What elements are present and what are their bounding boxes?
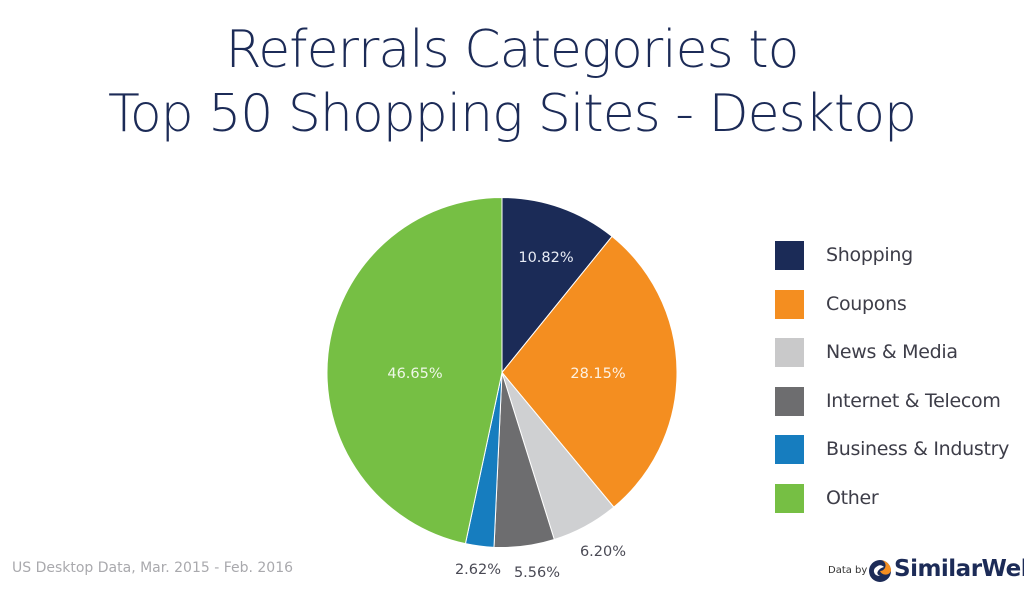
legend-item-news-media: News & Media bbox=[775, 338, 1024, 368]
legend-item-other: Other bbox=[775, 484, 1024, 514]
legend-swatch-internet-telecom bbox=[775, 386, 804, 416]
slice-label-coupons: 28.15% bbox=[570, 366, 625, 382]
legend-label-coupons: Coupons bbox=[826, 292, 907, 315]
legend-label-other: Other bbox=[826, 487, 879, 509]
slice-label-shopping: 10.82% bbox=[518, 250, 573, 266]
legend-item-business-industry: Business & Industry bbox=[775, 435, 1024, 465]
legend-swatch-other bbox=[775, 484, 804, 513]
similarweb-logo-icon bbox=[869, 560, 891, 582]
legend-item-shopping: Shopping bbox=[775, 241, 1024, 271]
legend-item-coupons: Coupons bbox=[775, 289, 1024, 320]
slice-label-internet-telecom: 5.56% bbox=[514, 565, 560, 581]
legend-swatch-coupons bbox=[775, 289, 804, 319]
legend-swatch-news-media bbox=[775, 338, 804, 368]
credit-prefix: Data by bbox=[828, 565, 868, 576]
slice-label-news-media: 6.20% bbox=[580, 544, 626, 560]
legend-swatch-shopping bbox=[775, 241, 804, 270]
legend-item-internet-telecom: Internet & Telecom bbox=[775, 386, 1024, 417]
slice-label-other: 46.65% bbox=[387, 366, 442, 382]
legend-label-business-industry: Business & Industry bbox=[826, 438, 1010, 461]
legend-label-news-media: News & Media bbox=[826, 341, 958, 364]
data-source-note: US Desktop Data, Mar. 2015 - Feb. 2016 bbox=[12, 560, 294, 576]
slice-label-business-industry: 2.62% bbox=[455, 562, 501, 578]
legend-swatch-business-industry bbox=[775, 435, 804, 465]
legend-label-internet-telecom: Internet & Telecom bbox=[826, 389, 1001, 412]
legend-label-shopping: Shopping bbox=[826, 244, 913, 266]
credit-brand: SimilarWeb bbox=[894, 556, 1024, 582]
